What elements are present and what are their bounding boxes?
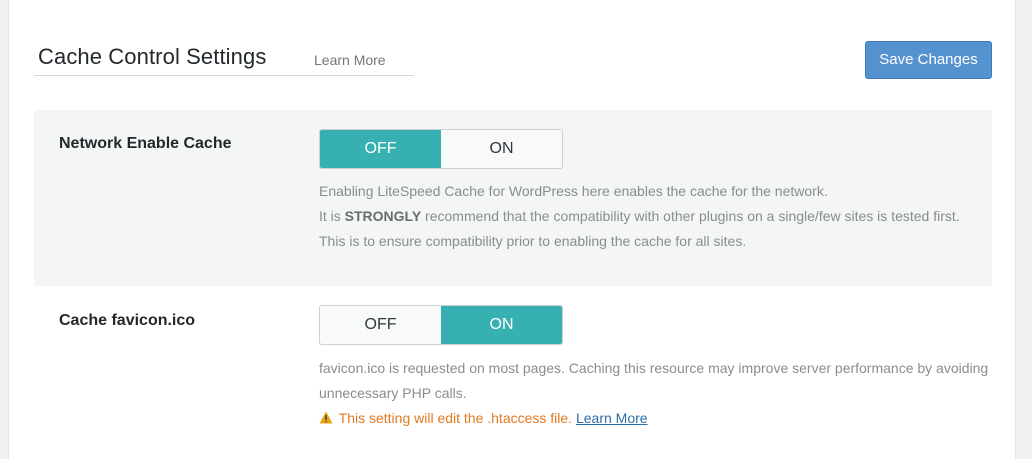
description-line: It is STRONGLY recommend that the compat… bbox=[319, 204, 989, 254]
warning-learn-more-link[interactable]: Learn More bbox=[576, 410, 648, 426]
strongly-emphasis: STRONGLY bbox=[344, 208, 422, 224]
warning-triangle-icon bbox=[319, 406, 335, 431]
setting-label: Cache favicon.ico bbox=[59, 312, 196, 329]
page-title: Cache Control Settings bbox=[38, 44, 267, 69]
header-learn-more-link[interactable]: Learn More bbox=[314, 52, 386, 68]
setting-row-cache-favicon: Cache favicon.ico OFF ON favicon.ico is … bbox=[34, 286, 992, 459]
description-line: Enabling LiteSpeed Cache for WordPress h… bbox=[319, 183, 828, 199]
warning-text: This setting will edit the .htaccess fil… bbox=[338, 410, 573, 426]
toggle-on-option[interactable]: ON bbox=[441, 130, 562, 168]
setting-label: Network Enable Cache bbox=[59, 135, 232, 152]
toggle-off-option[interactable]: OFF bbox=[320, 130, 441, 168]
settings-panel: Cache Control Settings Learn More Save C… bbox=[8, 0, 1016, 459]
toggle-off-option[interactable]: OFF bbox=[320, 306, 441, 344]
setting-description: favicon.ico is requested on most pages. … bbox=[319, 356, 989, 431]
setting-row-network-enable-cache: Network Enable Cache OFF ON Enabling Lit… bbox=[34, 110, 992, 286]
description-text: It is bbox=[319, 208, 345, 224]
page-header: Cache Control Settings Learn More bbox=[34, 44, 414, 76]
description-line: favicon.ico is requested on most pages. … bbox=[319, 360, 989, 401]
htaccess-warning: This setting will edit the .htaccess fil… bbox=[319, 406, 989, 431]
save-changes-button[interactable]: Save Changes bbox=[865, 41, 992, 79]
toggle-on-option[interactable]: ON bbox=[441, 306, 562, 344]
cache-favicon-toggle: OFF ON bbox=[319, 305, 563, 345]
network-enable-cache-toggle: OFF ON bbox=[319, 129, 563, 169]
setting-description: Enabling LiteSpeed Cache for WordPress h… bbox=[319, 179, 989, 254]
